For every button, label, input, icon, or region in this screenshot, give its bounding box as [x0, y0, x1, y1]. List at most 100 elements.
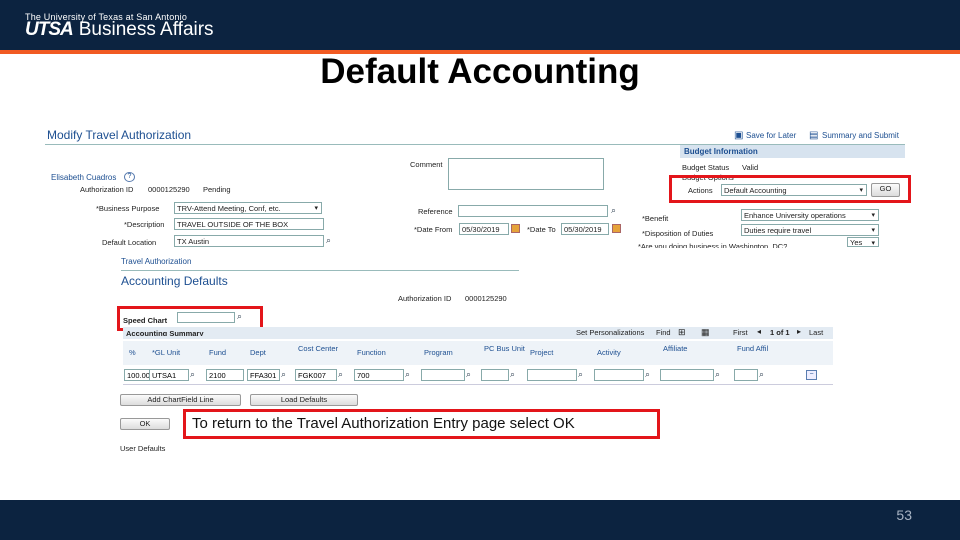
last-link[interactable]: Last — [809, 329, 823, 337]
budget-info-title: Budget Information — [684, 147, 758, 156]
comment-textarea[interactable] — [448, 158, 604, 190]
download-grid-icon[interactable]: ▦ — [701, 328, 710, 337]
authorization-id-label: Authorization ID — [80, 185, 134, 194]
section-label: Travel Authorization — [121, 257, 192, 266]
lookup-cost-center-icon[interactable]: ⌕ — [338, 369, 343, 380]
delete-row-icon[interactable]: − — [806, 370, 817, 380]
column-header-dept: Dept — [250, 348, 266, 357]
ok-button[interactable]: OK — [120, 418, 170, 430]
slide: The University of Texas at San Antonio U… — [0, 0, 960, 540]
cell-activity[interactable] — [594, 369, 644, 381]
benefit-label: *Benefit — [642, 214, 669, 223]
employee-name-link[interactable]: Elisabeth Cuadros — [51, 174, 116, 182]
lookup-program-icon[interactable]: ⌕ — [466, 369, 471, 380]
accounting-defaults-title: Accounting Defaults — [121, 274, 228, 288]
reference-label: Reference — [418, 207, 453, 216]
lookup-function-icon[interactable]: ⌕ — [405, 369, 410, 380]
column-header-activity: Activity — [597, 348, 621, 357]
column-header-project: Project — [530, 348, 554, 357]
lookup-gl-unit-icon[interactable]: ⌕ — [190, 369, 195, 380]
load-defaults-button[interactable]: Load Defaults — [250, 394, 358, 406]
benefit-select[interactable]: Enhance University operations — [741, 209, 879, 221]
authorization-id-value: 0000125290 — [148, 185, 190, 194]
cell-program[interactable] — [421, 369, 465, 381]
column-header-affiliate: Affiliate — [663, 344, 688, 353]
lookup-project-icon[interactable]: ⌕ — [578, 369, 583, 380]
cell-gl-unit[interactable]: UTSA1 — [149, 369, 189, 381]
find-link[interactable]: Find — [656, 329, 671, 337]
row-count: 1 of 1 — [770, 328, 790, 337]
lookup-dept-icon[interactable]: ⌕ — [281, 369, 286, 380]
user-defaults-link[interactable]: User Defaults — [120, 445, 165, 453]
cell-pc-bus-unit[interactable] — [481, 369, 509, 381]
save-icon: ▣ — [734, 130, 744, 141]
disposition-label: *Disposition of Duties — [642, 229, 714, 238]
column-header-function: Function — [357, 348, 386, 357]
page-heading: Modify Travel Authorization — [47, 128, 192, 142]
date-from-input[interactable]: 05/30/2019 — [459, 223, 509, 235]
grid-title-bar — [123, 327, 833, 339]
column-header-fund: Fund — [209, 348, 227, 357]
column-header-gl-unit: *GL Unit — [152, 348, 181, 357]
date-to-input[interactable]: 05/30/2019 — [561, 223, 609, 235]
lookup-pc-bus-unit-icon[interactable]: ⌕ — [510, 369, 515, 380]
previous-arrow-icon[interactable]: ◂ — [757, 328, 761, 336]
save-for-later-link[interactable]: Save for Later — [746, 132, 796, 140]
summary-icon: ▤ — [809, 130, 819, 141]
budget-status-value: Valid — [742, 163, 759, 172]
business-purpose-label: *Business Purpose — [96, 204, 160, 213]
washington-select[interactable]: Yes — [847, 237, 879, 247]
cell-fund[interactable]: 2100 — [206, 369, 244, 381]
column-header-cost-center: Cost Center — [298, 344, 339, 353]
cell-percent[interactable]: 100.00 — [124, 369, 151, 381]
authorization-id-value-2: 0000125290 — [465, 294, 507, 303]
default-location-label: Default Location — [102, 238, 157, 247]
column-header-pc-bus-unit: PC Bus Unit — [484, 344, 525, 353]
slide-title: Default Accounting — [320, 52, 640, 91]
section-divider — [121, 270, 519, 271]
budget-status-label: Budget Status — [682, 163, 730, 172]
description-input[interactable]: TRAVEL OUTSIDE OF THE BOX — [174, 218, 324, 230]
cell-cost-center[interactable]: FGK007 — [295, 369, 337, 381]
footer-bar — [0, 500, 960, 540]
accounting-summary-title: Accounting Summary — [126, 330, 204, 336]
lookup-affiliate-icon[interactable]: ⌕ — [715, 369, 720, 380]
column-header-fund-affil: Fund Affil — [737, 344, 769, 353]
next-arrow-icon[interactable]: ▸ — [797, 328, 801, 336]
cell-affiliate[interactable] — [660, 369, 714, 381]
summary-and-submit-link[interactable]: Summary and Submit — [822, 132, 899, 140]
reference-lookup-icon[interactable]: ⌕ — [611, 205, 616, 216]
cell-dept[interactable]: FFA301 — [247, 369, 280, 381]
location-lookup-icon[interactable]: ⌕ — [326, 235, 331, 246]
page-number: 53 — [896, 507, 912, 523]
lookup-activity-icon[interactable]: ⌕ — [645, 369, 650, 380]
department-name: Business Affairs — [78, 19, 214, 40]
comment-label: Comment — [410, 160, 443, 169]
authorization-id-label-2: Authorization ID — [398, 294, 452, 303]
instruction-callout: To return to the Travel Authorization En… — [183, 409, 660, 439]
utsa-logo-text: UTSA — [25, 19, 74, 40]
view-all-icon[interactable]: ⊞ — [678, 328, 686, 337]
first-link[interactable]: First — [733, 329, 748, 337]
date-from-calendar-icon[interactable] — [511, 224, 520, 233]
help-icon[interactable]: ? — [124, 172, 135, 182]
add-chartfield-line-button[interactable]: Add ChartField Line — [120, 394, 241, 406]
cell-project[interactable] — [527, 369, 577, 381]
date-from-label: *Date From — [414, 225, 453, 234]
date-to-label: *Date To — [527, 225, 556, 234]
business-purpose-select[interactable]: TRV-Attend Meeting, Conf, etc. — [174, 202, 322, 214]
status-value: Pending — [203, 185, 231, 194]
reference-input[interactable] — [458, 205, 608, 217]
description-label: *Description — [124, 220, 165, 229]
disposition-select[interactable]: Duties require travel — [741, 224, 879, 236]
actions-highlight — [669, 175, 911, 203]
cell-fund-affil[interactable] — [734, 369, 758, 381]
brand-logo: UTSA Business Affairs — [25, 19, 214, 41]
date-to-calendar-icon[interactable] — [612, 224, 621, 233]
cell-function[interactable]: 700 — [354, 369, 404, 381]
lookup-fund-affil-icon[interactable]: ⌕ — [759, 369, 764, 380]
column-header-program: Program — [424, 348, 453, 357]
set-personalizations-link[interactable]: Set Personalizations — [576, 329, 644, 337]
washington-label: *Are you doing business in Washington, D… — [638, 243, 788, 248]
default-location-input[interactable]: TX Austin — [174, 235, 324, 247]
